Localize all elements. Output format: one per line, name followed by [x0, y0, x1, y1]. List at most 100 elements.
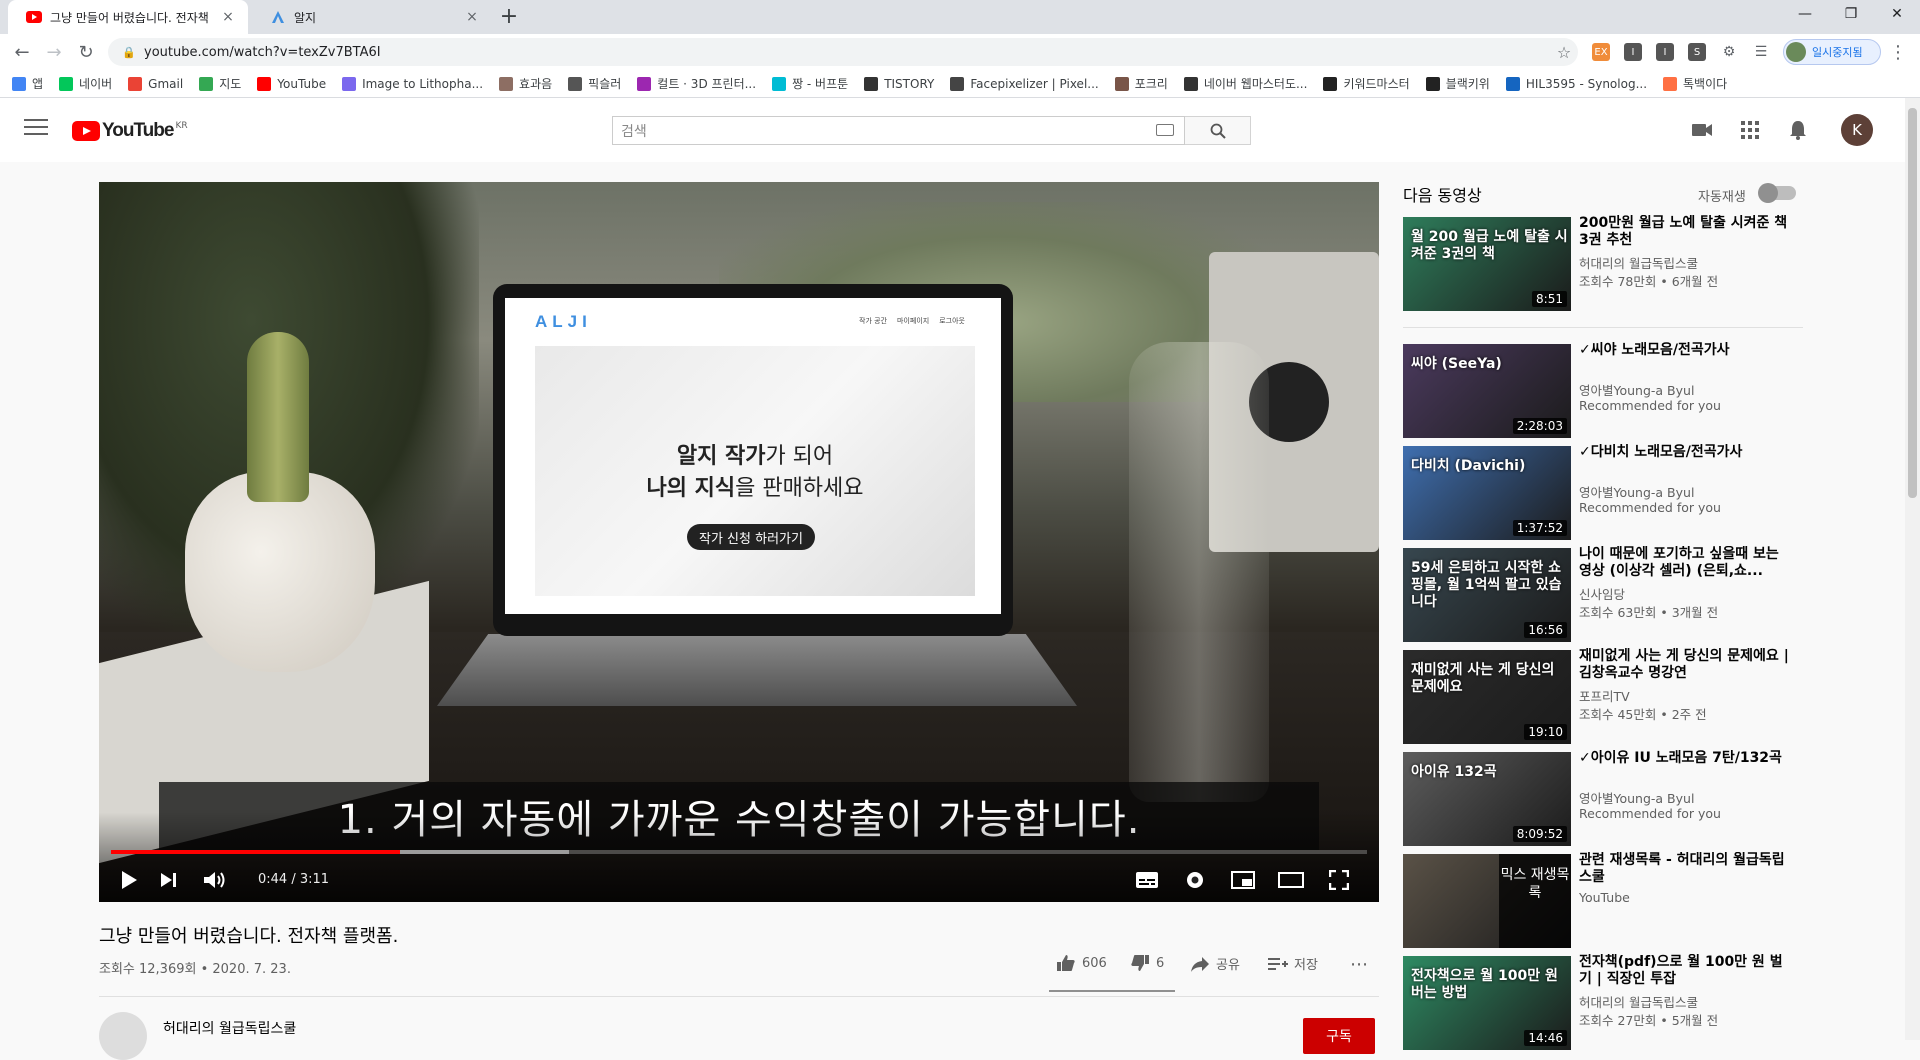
- duration-badge: 2:28:03: [1512, 418, 1567, 434]
- channel-avatar[interactable]: [99, 1012, 147, 1060]
- channel-name[interactable]: 허대리의 월급독립스쿨: [163, 1018, 296, 1038]
- bookmark-item[interactable]: 앱: [12, 75, 43, 92]
- bookmark-item[interactable]: 키워드마스터: [1323, 75, 1410, 92]
- save-button[interactable]: 저장: [1268, 954, 1318, 973]
- recommended-title[interactable]: 재미없게 사는 게 당신의 문제에요 | 김창옥교수 명강연: [1579, 648, 1789, 682]
- new-tab-button[interactable]: +: [496, 4, 522, 30]
- recommended-title[interactable]: ✓다비치 노래모음/전곡가사: [1579, 444, 1789, 461]
- recommended-video[interactable]: 믹스 재생목록 관련 재생목록 - 허대리의 월급독립스쿨 YouTube: [1403, 852, 1803, 948]
- autoplay-toggle[interactable]: [1758, 183, 1796, 203]
- bookmark-item[interactable]: 네이버 웹마스터도...: [1183, 75, 1307, 92]
- subtitles-icon[interactable]: [1129, 862, 1165, 898]
- recommended-title[interactable]: 관련 재생목록 - 허대리의 월급독립스쿨: [1579, 852, 1789, 886]
- recommended-video[interactable]: 씨야 (SeeYa) 2:28:03 ✓씨야 노래모음/전곡가사 영아별Young-a…: [1403, 342, 1803, 438]
- bookmark-item[interactable]: Facepixelizer | Pixel...: [950, 76, 1099, 91]
- bookmark-item[interactable]: 톡백이다: [1663, 75, 1727, 92]
- apps-grid-icon[interactable]: [1738, 118, 1762, 142]
- fullscreen-icon[interactable]: [1321, 862, 1357, 898]
- volume-icon[interactable]: [197, 862, 233, 898]
- recommended-video[interactable]: 59세 은퇴하고 시작한 쇼핑몰, 월 1억씩 팔고 있습니다 16:56 나이 때…: [1403, 546, 1803, 642]
- alji-headline: 알지 작가가 되어: [676, 444, 834, 469]
- forward-icon[interactable]: →: [42, 40, 66, 64]
- recommended-title[interactable]: ✓아이유 IU 노래모음 7탄/132곡: [1579, 750, 1789, 767]
- video-thumbnail[interactable]: 믹스 재생목록: [1403, 854, 1571, 948]
- video-thumbnail[interactable]: 다비치 (Davichi) 1:37:52: [1403, 446, 1571, 540]
- video-thumbnail[interactable]: 씨야 (SeeYa) 2:28:03: [1403, 344, 1571, 438]
- bookmark-item[interactable]: 짱 - 버프툰: [772, 75, 848, 92]
- search-button[interactable]: [1185, 116, 1251, 145]
- back-icon[interactable]: ←: [10, 40, 34, 64]
- notifications-bell-icon[interactable]: [1786, 118, 1810, 142]
- bookmark-item[interactable]: HIL3595 - Synolog...: [1505, 76, 1648, 91]
- recommended-video[interactable]: 전자책으로 월 100만 원 버는 방법 14:46 전자책(pdf)으로 월 10…: [1403, 954, 1803, 1050]
- bookmark-favicon-icon: [59, 76, 74, 91]
- duration-badge: 14:46: [1524, 1030, 1567, 1046]
- video-thumbnail[interactable]: 아이유 132곡 8:09:52: [1403, 752, 1571, 846]
- video-thumbnail[interactable]: 재미없게 사는 게 당신의 문제에요 19:10: [1403, 650, 1571, 744]
- bookmark-item[interactable]: 네이버: [59, 75, 112, 92]
- puzzle-icon[interactable]: ⚙: [1720, 43, 1738, 61]
- dislike-button[interactable]: 6: [1130, 954, 1164, 972]
- recommended-video[interactable]: 월 200 월급 노예 탈출 시켜준 3권의 책 8:51 200만원 월급 노예 …: [1403, 215, 1803, 311]
- bookmark-item[interactable]: Gmail: [128, 76, 183, 91]
- reading-list-icon[interactable]: ☰: [1752, 43, 1770, 61]
- recommended-title[interactable]: 나이 때문에 포기하고 싶을때 보는 영상 (이상각 셀러) (은퇴,쇼...: [1579, 546, 1789, 580]
- recommended-video[interactable]: 아이유 132곡 8:09:52 ✓아이유 IU 노래모음 7탄/132곡 영아별Yo…: [1403, 750, 1803, 846]
- more-actions-icon[interactable]: ⋯: [1350, 954, 1368, 975]
- like-button[interactable]: 606: [1056, 954, 1107, 972]
- create-video-icon[interactable]: [1690, 118, 1714, 142]
- menu-kebab-icon[interactable]: ⋮: [1886, 40, 1910, 64]
- reload-icon[interactable]: ↻: [74, 40, 98, 64]
- close-icon[interactable]: ×: [220, 9, 236, 25]
- recommended-video[interactable]: 다비치 (Davichi) 1:37:52 ✓다비치 노래모음/전곡가사 영아별You…: [1403, 444, 1803, 540]
- browser-tab-alji[interactable]: 알지 ×: [252, 0, 492, 34]
- page-scrollbar[interactable]: [1905, 98, 1920, 1040]
- recommended-title[interactable]: 200만원 월급 노예 탈출 시켜준 책 3권 추천: [1579, 215, 1789, 249]
- play-button[interactable]: [111, 862, 147, 898]
- keyboard-icon[interactable]: [1156, 124, 1174, 136]
- video-thumbnail[interactable]: 월 200 월급 노예 탈출 시켜준 3권의 책 8:51: [1403, 217, 1571, 311]
- video-player[interactable]: ALJI 작가 공간 마이페이지 로그아웃 알지 작가가 되어 나의 지식을 판…: [99, 182, 1379, 902]
- recommended-title[interactable]: 전자책(pdf)으로 월 100만 원 벌기 | 직장인 투잡: [1579, 954, 1789, 988]
- next-button[interactable]: [151, 862, 187, 898]
- settings-gear-icon[interactable]: [1177, 862, 1213, 898]
- extension-icon[interactable]: EX: [1592, 43, 1610, 61]
- minimize-icon[interactable]: —: [1782, 0, 1828, 28]
- video-thumbnail[interactable]: 59세 은퇴하고 시작한 쇼핑몰, 월 1억씩 팔고 있습니다 16:56: [1403, 548, 1571, 642]
- close-icon[interactable]: ×: [464, 9, 480, 25]
- scrollbar-thumb[interactable]: [1908, 108, 1917, 498]
- account-avatar[interactable]: K: [1841, 114, 1873, 146]
- bookmark-item[interactable]: YouTube: [257, 76, 326, 91]
- bookmark-item[interactable]: Image to Lithopha...: [342, 76, 483, 91]
- extension-icon[interactable]: I: [1656, 43, 1674, 61]
- bookmark-item[interactable]: 블랙키위: [1425, 75, 1490, 92]
- bookmark-item[interactable]: 효과음: [499, 75, 552, 92]
- recommended-title[interactable]: ✓씨야 노래모음/전곡가사: [1579, 342, 1789, 359]
- extension-icon[interactable]: S: [1688, 43, 1706, 61]
- address-bar[interactable]: 🔒 youtube.com/watch?v=texZv7BTA6I: [108, 38, 1578, 66]
- bookmark-item[interactable]: 포크리: [1114, 75, 1168, 92]
- bookmark-item[interactable]: 지도: [199, 75, 241, 92]
- miniplayer-icon[interactable]: [1225, 862, 1261, 898]
- subscribe-button[interactable]: 구독: [1303, 1018, 1375, 1054]
- share-button[interactable]: 공유: [1190, 954, 1240, 973]
- restore-icon[interactable]: ❐: [1828, 0, 1874, 28]
- video-thumbnail[interactable]: 전자책으로 월 100만 원 버는 방법 14:46: [1403, 956, 1571, 1050]
- bookmark-item[interactable]: TISTORY: [864, 76, 934, 91]
- bookmark-item[interactable]: 픽슬러: [568, 75, 621, 92]
- extension-icon[interactable]: I: [1624, 43, 1642, 61]
- time-display: 0:44 / 3:11: [258, 872, 330, 887]
- browser-tab-youtube[interactable]: 그냥 만들어 버렸습니다. 전자책 ×: [8, 0, 248, 34]
- profile-button[interactable]: 일시중지됨: [1783, 39, 1881, 65]
- bookmark-item[interactable]: 컬트 · 3D 프린터...: [637, 75, 756, 92]
- youtube-logo[interactable]: YouTube KR: [72, 120, 188, 142]
- bookmark-label: HIL3595 - Synolog...: [1525, 76, 1648, 91]
- hamburger-menu-icon[interactable]: [24, 119, 48, 137]
- bookmark-star-icon[interactable]: ☆: [1552, 40, 1576, 64]
- window-close-icon[interactable]: ✕: [1874, 0, 1920, 28]
- progress-bar[interactable]: [111, 850, 1367, 854]
- bookmark-favicon-icon: [1663, 76, 1678, 91]
- search-input[interactable]: 검색: [612, 116, 1185, 145]
- theater-mode-icon[interactable]: [1273, 862, 1309, 898]
- recommended-video[interactable]: 재미없게 사는 게 당신의 문제에요 19:10 재미없게 사는 게 당신의 문제에…: [1403, 648, 1803, 744]
